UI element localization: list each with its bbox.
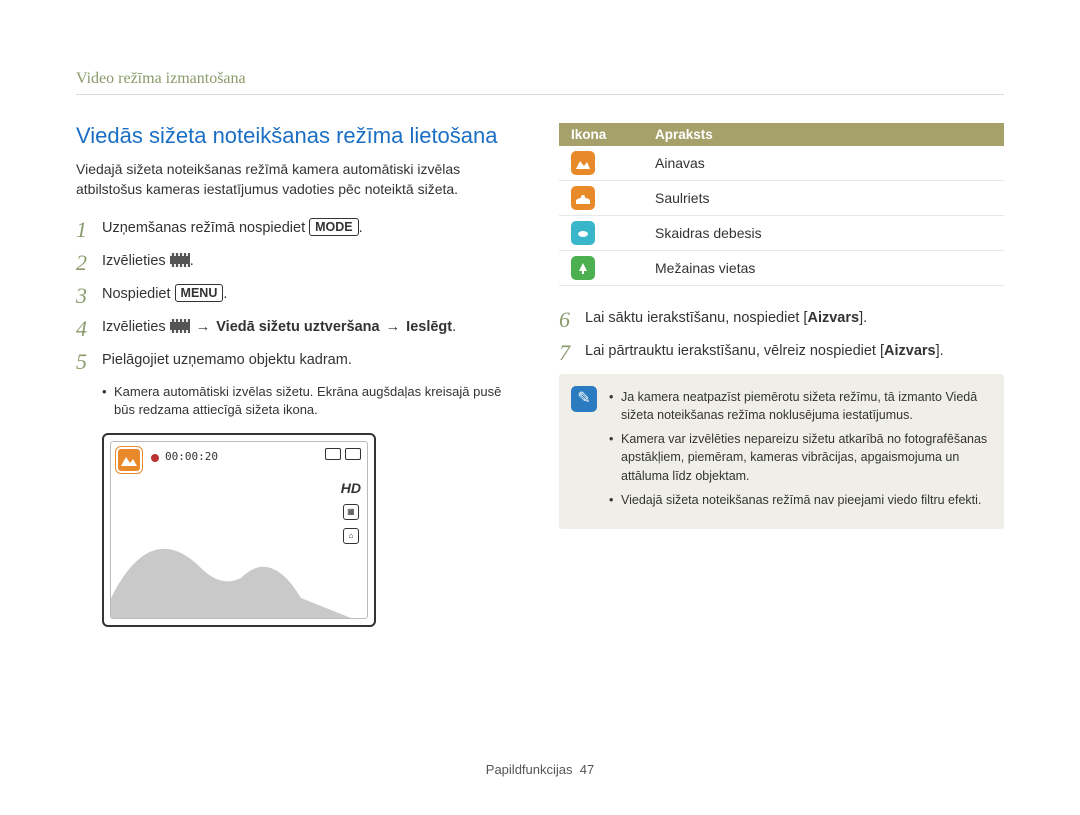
step-bold: Aizvars [884,343,936,359]
arrow-icon: → [190,319,217,335]
step-text: Izvēlieties [102,319,170,335]
scene-badge-icon [116,447,142,473]
steps-list-left: 1 Uzņemšanas režīmā nospiediet MODE. 2 I… [76,218,521,373]
note-item: Kamera var izvēlēties nepareizu sižetu a… [609,430,988,484]
table-header: Apraksts [643,123,1004,146]
step-text: . [223,286,227,302]
note-box: ✎ Ja kamera neatpazīst piemērotu sižeta … [559,374,1004,529]
hd-label: HD [341,480,361,496]
step-text: Nospiediet [102,286,175,302]
camera-screen-preview: 00:00:20 HD ▦ ⌂ 🎤 [102,433,376,627]
scene-icon [571,186,595,210]
step-text: . [452,319,456,335]
step-text: Izvēlieties [102,253,170,269]
battery-icon [345,448,361,460]
sub-bullet-list: Kamera automātiski izvēlas sižetu. Ekrān… [76,383,521,419]
arrow-icon: → [380,319,407,335]
step-text: Lai pārtrauktu ierakstīšanu, vēlreiz nos… [585,343,884,359]
step-text: Uzņemšanas režīmā nospiediet [102,220,309,236]
scene-label: Skaidras debesis [643,216,1004,251]
step-text: ]. [936,343,944,359]
step-text: . [359,220,363,236]
left-column: Viedās sižeta noteikšanas režīma lietoša… [76,123,521,627]
divider [76,94,1004,95]
intro-text: Viedajā sižeta noteikšanas režīmā kamera… [76,159,521,200]
scene-label: Ainavas [643,146,1004,181]
mountains-illustration [111,508,351,618]
step-number: 6 [559,308,585,331]
table-row: Saulriets [559,181,1004,216]
step-number: 3 [76,284,102,307]
step-number: 1 [76,218,102,241]
step-text: Lai sāktu ierakstīšanu, nospiediet [ [585,310,807,326]
info-icon: ✎ [571,386,597,412]
status-icon [325,448,341,460]
film-mode-icon [170,319,190,333]
scene-icon [571,256,595,280]
step-number: 4 [76,317,102,340]
scene-icon [571,221,595,245]
step-bold: Viedā sižetu uztveršana [216,319,379,335]
note-item: Ja kamera neatpazīst piemērotu sižeta re… [609,388,988,424]
scene-label: Mežainas vietas [643,251,1004,286]
timer-text: 00:00:20 [165,450,218,463]
breadcrumb: Video režīma izmantošana [76,70,1004,88]
table-row: Ainavas [559,146,1004,181]
step-text: Pielāgojiet uzņemamo objektu kadram. [102,350,521,370]
film-mode-icon [170,253,190,267]
scene-label: Saulriets [643,181,1004,216]
step-bold: Aizvars [807,310,859,326]
steps-list-right: 6 Lai sāktu ierakstīšanu, nospiediet [Ai… [559,308,1004,364]
table-row: Mežainas vietas [559,251,1004,286]
footer-label: Papildfunkcijas [486,762,573,777]
step-text: ]. [859,310,867,326]
scene-table: Ikona Apraksts AinavasSaulrietsSkaidras … [559,123,1004,286]
table-row: Skaidras debesis [559,216,1004,251]
step-number: 5 [76,350,102,373]
step-number: 7 [559,341,585,364]
section-title: Viedās sižeta noteikšanas režīma lietoša… [76,123,521,149]
right-column: Ikona Apraksts AinavasSaulrietsSkaidras … [559,123,1004,627]
mode-button-label: MODE [309,218,359,237]
scene-icon [571,151,595,175]
step-number: 2 [76,251,102,274]
note-item: Viedajā sižeta noteikšanas režīmā nav pi… [609,491,988,509]
page-number: 47 [580,762,594,777]
footer: Papildfunkcijas 47 [0,762,1080,777]
step-bold: Ieslēgt [406,319,452,335]
sub-bullet: Kamera automātiski izvēlas sižetu. Ekrān… [102,383,521,419]
table-header: Ikona [559,123,643,146]
record-indicator-icon [151,454,159,462]
step-text: . [190,253,194,269]
menu-button-label: MENU [175,284,224,303]
